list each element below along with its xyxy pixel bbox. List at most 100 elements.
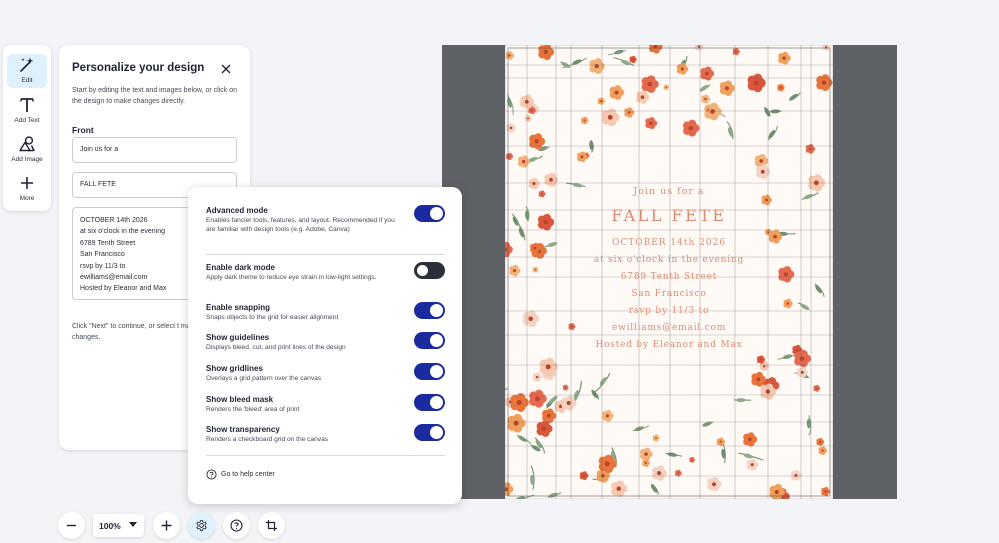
flower-center <box>541 426 547 431</box>
zoom-select[interactable]: 100% <box>93 514 144 537</box>
flower-center <box>535 375 539 379</box>
leaf-shape <box>548 492 558 498</box>
toggle-knob <box>430 426 443 439</box>
flower-center <box>794 473 798 477</box>
flower-center <box>627 111 631 114</box>
card-line-rsvp: rsvp by 11/3 to <box>628 306 710 316</box>
leaf-shape <box>743 453 754 459</box>
setting-description: Apply dark theme to reduce eye strain in… <box>206 274 377 281</box>
add-text-tool-button[interactable]: Add Text <box>7 94 47 128</box>
setting-label: Advanced mode <box>206 206 268 215</box>
flower-center <box>821 449 824 452</box>
close-icon[interactable] <box>220 63 232 75</box>
toggle-snapping[interactable] <box>414 302 445 319</box>
flower-center <box>640 95 645 99</box>
flower-center <box>535 396 540 402</box>
card-line-city: San Francisco <box>631 289 707 299</box>
help-circle-icon <box>206 469 217 480</box>
leaf-shape <box>702 421 712 427</box>
setting-bleed-mask: Show bleed mask Renders the 'bleed' area… <box>206 395 446 415</box>
help-center-label: Go to help center <box>221 471 275 478</box>
flower-center <box>605 414 610 418</box>
plus-icon <box>161 520 172 531</box>
flower-center <box>824 490 827 493</box>
text-icon <box>20 98 34 112</box>
toggle-knob <box>430 334 443 347</box>
leaf-shape <box>667 452 678 457</box>
leaf-shape <box>782 354 793 360</box>
flower-center <box>583 119 586 122</box>
setting-label: Show bleed mask <box>206 395 274 404</box>
toggle-dark-mode[interactable] <box>414 262 445 279</box>
flower-center <box>534 268 537 271</box>
flower-center <box>750 463 754 467</box>
flower-center <box>532 182 536 186</box>
toggle-guidelines[interactable] <box>414 332 445 349</box>
crop-button[interactable] <box>258 512 285 539</box>
flower-center <box>760 169 765 174</box>
flower-center <box>607 114 613 120</box>
leaf-shape <box>614 49 624 55</box>
toggle-transparency[interactable] <box>414 424 445 441</box>
setting-advanced-mode: Advanced mode Enables fancier tools, fea… <box>206 206 446 234</box>
divider <box>206 254 445 255</box>
flower-center <box>705 71 709 76</box>
flower-center <box>516 399 522 406</box>
flower-center <box>594 63 599 69</box>
flower-center <box>604 461 610 467</box>
left-toolbar: Edit Add Text Add Image More <box>3 45 51 211</box>
card-line-email: ewilliams@email.com <box>611 323 727 333</box>
more-tool-button[interactable]: More <box>7 172 47 206</box>
flower-center <box>759 159 764 163</box>
setting-label: Show transparency <box>206 425 280 434</box>
flower-center <box>616 486 621 491</box>
leaf-shape <box>768 129 775 139</box>
leaf-shape <box>517 435 527 442</box>
flower-center <box>564 386 567 389</box>
divider <box>206 455 445 456</box>
plus-icon <box>21 177 33 189</box>
text-field-line1[interactable]: Join us for a <box>72 137 237 163</box>
setting-description: Snaps objects to the grid for easier ali… <box>206 314 339 321</box>
setting-label: Show gridlines <box>206 364 263 373</box>
help-button[interactable] <box>223 512 250 539</box>
add-image-tool-label: Add Image <box>11 156 43 163</box>
settings-button[interactable] <box>188 512 215 539</box>
flower-center <box>534 139 539 144</box>
toggle-knob <box>416 264 429 277</box>
add-image-tool-button[interactable]: Add Image <box>7 133 47 167</box>
invitation-card[interactable]: Join us for a FALL FETE OCTOBER 14th 202… <box>505 45 833 499</box>
setting-dark-mode: Enable dark mode Apply dark theme to red… <box>206 263 446 283</box>
toggle-advanced-mode[interactable] <box>414 205 445 222</box>
help-center-link[interactable]: Go to help center <box>206 469 275 480</box>
flower-center <box>815 387 818 390</box>
flower-center <box>762 365 766 368</box>
toggle-gridlines[interactable] <box>414 363 445 380</box>
zoom-in-button[interactable] <box>153 512 180 539</box>
setting-snapping: Enable snapping Snaps objects to the gri… <box>206 303 446 323</box>
setting-gridlines: Show gridlines Overlays a grid pattern o… <box>206 364 446 384</box>
card-title: FALL FETE <box>611 206 727 225</box>
toggle-bleed-mask[interactable] <box>414 394 445 411</box>
zoom-out-button[interactable] <box>58 512 85 539</box>
leaf-shape <box>735 398 746 403</box>
edit-tool-button[interactable]: Edit <box>7 54 47 88</box>
toggle-knob <box>430 365 443 378</box>
leaf-shape <box>599 377 607 386</box>
flower-center <box>774 489 779 495</box>
flower-center <box>704 97 707 101</box>
flower-center <box>508 54 511 57</box>
flower-center <box>759 358 762 361</box>
flower-center <box>782 56 786 60</box>
setting-description: Enables fancier tools, features, and lay… <box>206 217 395 233</box>
caret-down-icon <box>129 522 137 527</box>
flower-center <box>756 377 761 382</box>
flower-center <box>513 420 519 426</box>
flower-center <box>508 155 511 158</box>
setting-label: Show guidelines <box>206 333 270 342</box>
crop-icon <box>266 520 277 531</box>
flower-center <box>580 155 584 159</box>
card-line-intro: Join us for a <box>633 186 705 197</box>
flower-center <box>527 117 530 120</box>
flower-center <box>521 159 526 164</box>
